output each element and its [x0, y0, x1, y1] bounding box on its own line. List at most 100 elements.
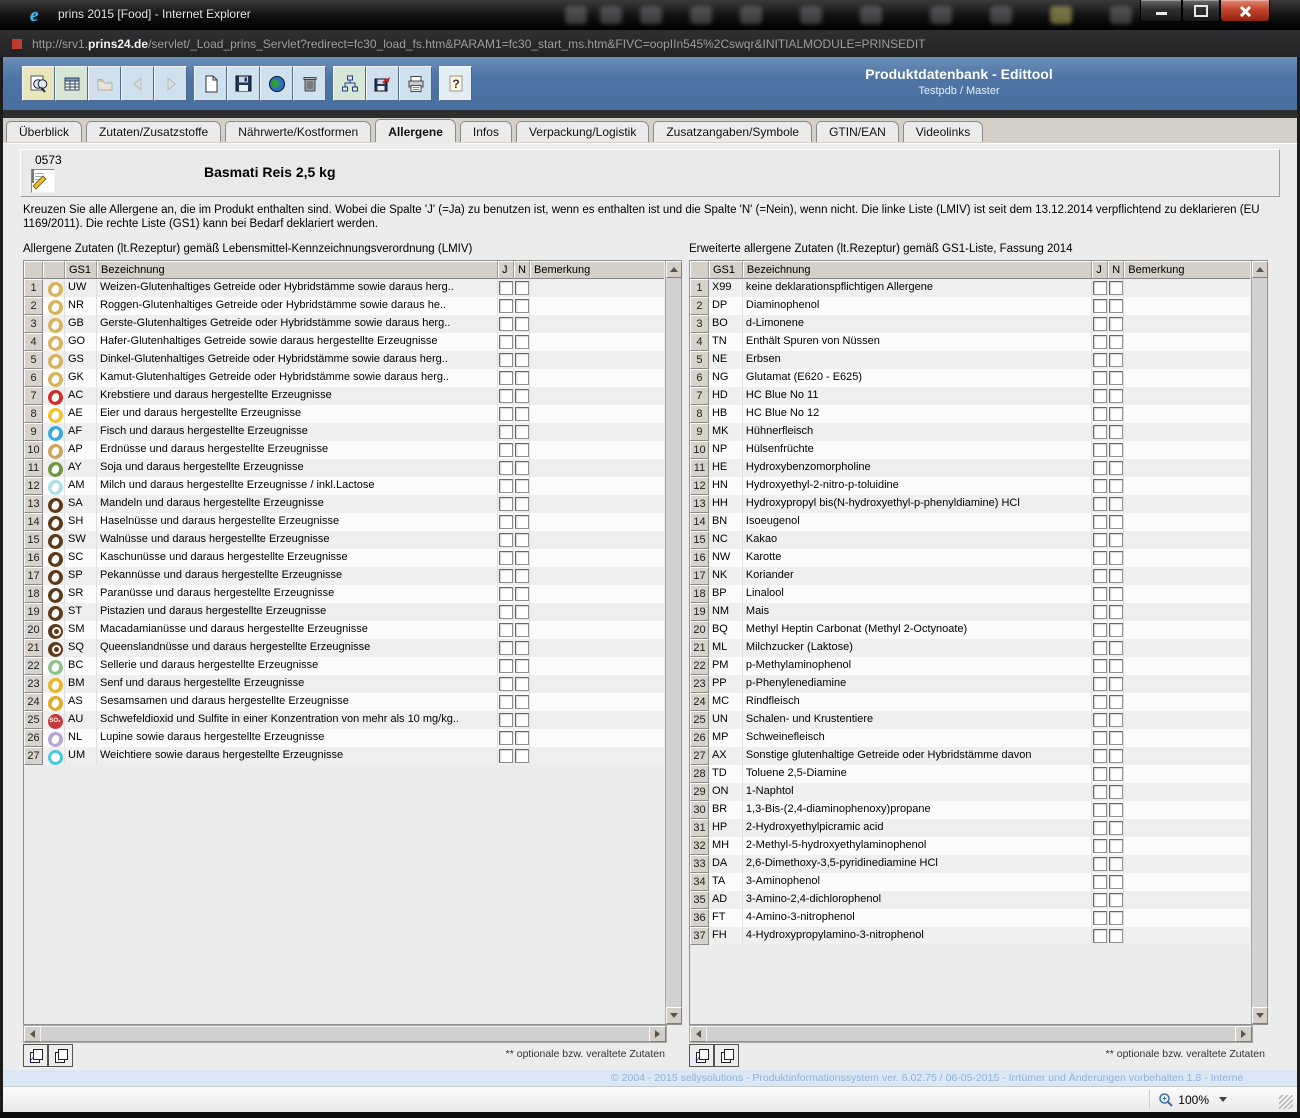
remark-cell[interactable] [530, 477, 664, 495]
remark-cell[interactable] [530, 675, 664, 693]
remark-cell[interactable] [530, 639, 664, 657]
j-checkbox[interactable] [498, 623, 513, 637]
n-checkbox[interactable] [1108, 605, 1123, 619]
row-number[interactable]: 36 [690, 909, 709, 927]
column-header-gs1[interactable]: GS1 [65, 261, 97, 278]
j-checkbox[interactable] [1092, 353, 1107, 367]
n-checkbox[interactable] [1108, 551, 1123, 565]
j-checkbox[interactable] [498, 641, 513, 655]
remark-cell[interactable] [1124, 657, 1250, 675]
remark-cell[interactable] [1124, 513, 1250, 531]
row-number[interactable]: 5 [690, 351, 709, 369]
j-checkbox[interactable] [1092, 551, 1107, 565]
remark-cell[interactable] [530, 459, 664, 477]
remark-cell[interactable] [530, 657, 664, 675]
j-checkbox[interactable] [498, 479, 513, 493]
scroll-left-button[interactable] [690, 1026, 707, 1042]
j-checkbox[interactable] [1092, 767, 1107, 781]
j-checkbox[interactable] [498, 749, 513, 763]
row-number[interactable]: 10 [690, 441, 709, 459]
n-checkbox[interactable] [514, 371, 529, 385]
row-number[interactable]: 7 [24, 387, 43, 405]
n-checkbox[interactable] [514, 389, 529, 403]
j-checkbox[interactable] [1092, 587, 1107, 601]
column-header-j[interactable]: J [498, 261, 514, 278]
remark-cell[interactable] [530, 315, 664, 333]
j-checkbox[interactable] [498, 281, 513, 295]
n-checkbox[interactable] [514, 749, 529, 763]
row-number[interactable]: 24 [690, 693, 709, 711]
j-checkbox[interactable] [498, 335, 513, 349]
j-checkbox[interactable] [498, 587, 513, 601]
row-number[interactable]: 23 [24, 675, 43, 693]
remark-cell[interactable] [530, 585, 664, 603]
remark-cell[interactable] [1124, 855, 1250, 873]
n-checkbox[interactable] [1108, 893, 1123, 907]
j-checkbox[interactable] [498, 443, 513, 457]
tab-zusatzangaben-symbole[interactable]: Zusatzangaben/Symbole [653, 121, 813, 142]
j-checkbox[interactable] [498, 605, 513, 619]
j-checkbox[interactable] [498, 299, 513, 313]
n-checkbox[interactable] [1108, 803, 1123, 817]
n-checkbox[interactable] [1108, 407, 1123, 421]
n-checkbox[interactable] [1108, 425, 1123, 439]
tab-videolinks[interactable]: Videolinks [902, 121, 984, 142]
n-checkbox[interactable] [514, 605, 529, 619]
j-checkbox[interactable] [1092, 299, 1107, 313]
remark-cell[interactable] [530, 747, 664, 765]
n-checkbox[interactable] [1108, 749, 1123, 763]
remark-cell[interactable] [1124, 315, 1250, 333]
row-number[interactable]: 25 [24, 711, 43, 729]
tab-zutaten-zusatzstoffe[interactable]: Zutaten/Zusatzstoffe [86, 121, 222, 142]
n-checkbox[interactable] [514, 695, 529, 709]
remark-cell[interactable] [530, 531, 664, 549]
row-number[interactable]: 19 [24, 603, 43, 621]
remark-cell[interactable] [1124, 477, 1250, 495]
remark-cell[interactable] [1124, 711, 1250, 729]
lmiv-copy-checked-button[interactable]: ✓ [23, 1044, 48, 1067]
n-checkbox[interactable] [1108, 659, 1123, 673]
n-checkbox[interactable] [1108, 371, 1123, 385]
remark-cell[interactable] [1124, 423, 1250, 441]
j-checkbox[interactable] [498, 389, 513, 403]
n-checkbox[interactable] [514, 407, 529, 421]
remark-cell[interactable] [1124, 279, 1250, 297]
n-checkbox[interactable] [1108, 677, 1123, 691]
address-bar[interactable]: http://srv1.prins24.de/servlet/_Load_pri… [0, 30, 1300, 58]
row-number[interactable]: 27 [24, 747, 43, 765]
j-checkbox[interactable] [1092, 605, 1107, 619]
lmiv-vertical-scrollbar[interactable] [665, 261, 682, 1024]
row-number[interactable]: 31 [690, 819, 709, 837]
tab-verpackung-logistik[interactable]: Verpackung/Logistik [515, 121, 650, 142]
row-number[interactable]: 12 [24, 477, 43, 495]
n-checkbox[interactable] [1108, 569, 1123, 583]
url-text[interactable]: http://srv1.prins24.de/servlet/_Load_pri… [32, 37, 926, 51]
remark-cell[interactable] [1124, 621, 1250, 639]
row-number[interactable]: 10 [24, 441, 43, 459]
column-header-n[interactable]: N [514, 261, 530, 278]
n-checkbox[interactable] [514, 281, 529, 295]
j-checkbox[interactable] [1092, 785, 1107, 799]
remark-cell[interactable] [1124, 495, 1250, 513]
row-number[interactable]: 2 [24, 297, 43, 315]
column-header-bezeichnung[interactable]: Bezeichnung [742, 261, 1093, 278]
row-number[interactable]: 15 [24, 531, 43, 549]
j-checkbox[interactable] [1092, 569, 1107, 583]
row-number[interactable]: 27 [690, 747, 709, 765]
row-number[interactable]: 3 [690, 315, 709, 333]
n-checkbox[interactable] [1108, 875, 1123, 889]
tab-nährwerte-kostformen[interactable]: Nährwerte/Kostformen [225, 121, 372, 142]
scroll-up-button[interactable] [666, 261, 682, 278]
j-checkbox[interactable] [1092, 839, 1107, 853]
folder-up-button[interactable] [88, 66, 121, 101]
row-number[interactable]: 9 [24, 423, 43, 441]
remark-cell[interactable] [1124, 549, 1250, 567]
j-checkbox[interactable] [498, 497, 513, 511]
row-number[interactable]: 13 [24, 495, 43, 513]
row-number[interactable]: 32 [690, 837, 709, 855]
n-checkbox[interactable] [514, 533, 529, 547]
back-button[interactable] [121, 66, 154, 101]
gs1-vertical-scrollbar[interactable] [1251, 261, 1268, 1024]
scroll-down-button[interactable] [1252, 1007, 1268, 1024]
save-button[interactable] [227, 66, 260, 101]
